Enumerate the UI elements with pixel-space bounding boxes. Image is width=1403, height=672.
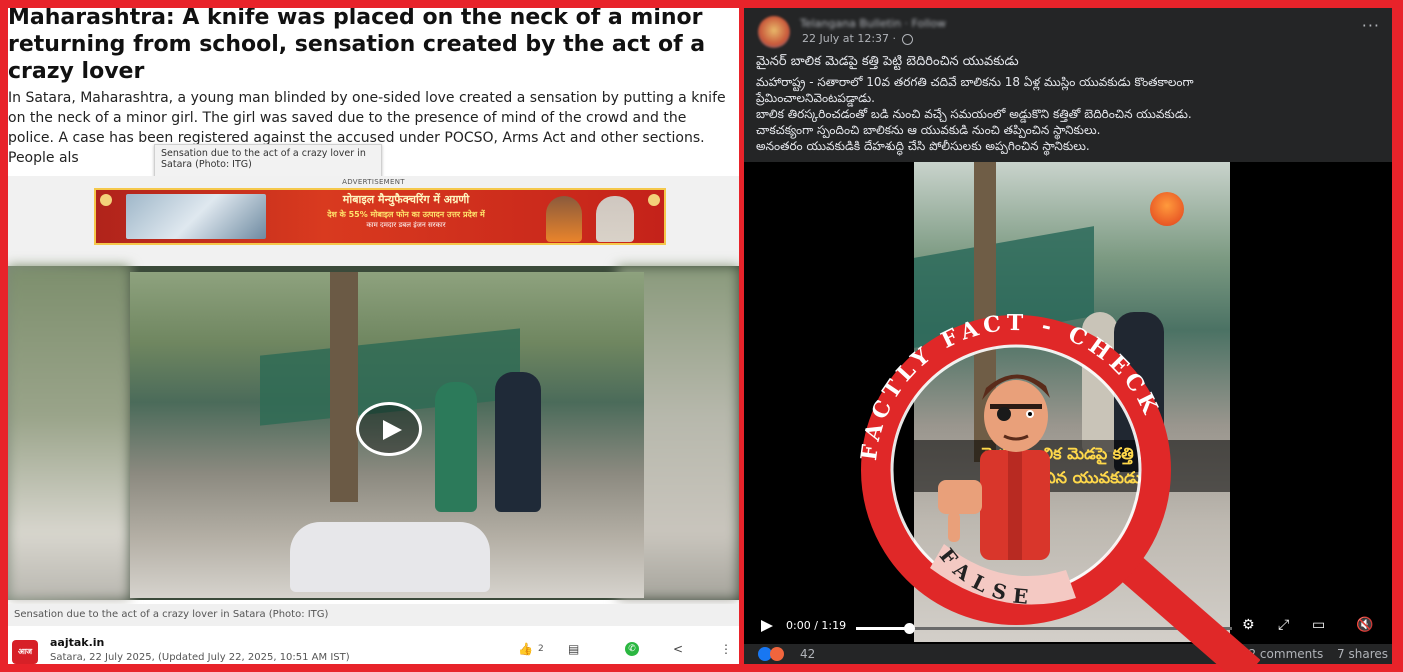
play-icon[interactable] [760,618,774,637]
post-stats: 2 comments 7 shares [1238,647,1388,661]
play-button[interactable] [356,402,422,456]
ad-label: ADVERTISEMENT [342,178,405,186]
comment-icon[interactable]: ▤ [568,642,579,656]
article-headline: Maharashtra: A knife was placed on the n… [8,8,706,84]
post-line: ప్రేమించాలనివెంటపడ్డాడు. [756,91,875,105]
source-name[interactable]: aajtak.in [50,636,104,649]
post-date[interactable]: 22 July at 12:37 · [802,32,913,45]
emblem-icon [648,194,660,206]
more-vertical-icon[interactable]: ⋮ [720,642,732,656]
article-video[interactable] [8,266,739,600]
article-panel: Maharashtra: A knife was placed on the n… [8,8,739,664]
post-line: బాలిక తిరస్కరించడంతో బడి నుంచి వచ్చే సమయ… [756,107,1192,121]
source-date: Satara, 22 July 2025, (Updated July 22, … [50,652,350,663]
thumbs-up-icon[interactable]: 👍 [518,642,533,656]
ad-banner[interactable]: मोबाइल मैन्युफैक्चरिंग में अग्रणी देश के… [94,188,666,245]
ad-portrait-1 [546,196,582,242]
angry-emoji-icon [1150,192,1184,226]
like-count: 2 [538,644,544,654]
advertisement: ADVERTISEMENT मोबाइल मैन्युफैक्चरिंग में… [8,176,739,266]
more-options-icon[interactable]: ··· [1362,16,1380,35]
share-icon[interactable]: < [673,642,683,656]
ad-portrait-2 [596,196,634,242]
source-row: आज तक aajtak.in Satara, 22 July 2025, (U… [8,630,739,664]
mute-icon[interactable]: 🔇 [1356,617,1373,633]
avatar[interactable] [758,16,790,48]
pirate-character-icon [938,374,1050,560]
globe-icon [901,33,913,45]
post-title: మైనర్ బాలిక మెడపై కత్తి పెట్టి బెదిరించి… [756,54,1019,69]
post-line: చాకచక్యంగా స్పందించి బాలికను ఆ యువకుడి న… [756,123,1101,137]
phones-image [126,194,266,239]
post-line: అనంతరం యువకుడికి దేహశుద్ధి చేసి పోలీసులక… [756,139,1090,153]
post-text: మైనర్ బాలిక మెడపై కత్తి పెట్టి బెదిరించి… [756,54,1386,154]
reactions-count[interactable]: 42 [800,647,815,661]
author-name[interactable]: Telangana Bulletin · Follow [800,17,946,30]
image-tooltip: Sensation due to the act of a crazy love… [154,144,382,178]
angry-reaction-icon[interactable] [770,647,784,661]
emblem-icon [100,194,112,206]
aajtak-logo: आज तक [12,640,38,664]
play-icon [383,420,402,440]
fullscreen-icon[interactable]: ⤢ [1278,617,1289,633]
ad-subtitle: देश के 55% मोबाइल फोन का उत्पादन उत्तर प… [327,210,485,219]
video-caption: Sensation due to the act of a crazy love… [8,604,739,626]
ad-title: मोबाइल मैन्युफैक्चरिंग में अग्रणी [342,193,470,206]
post-line: మహారాష్ట్ర - సతారాలో 10వ తరగతి చదివే బాల… [756,75,1194,89]
factly-false-stamp: FACTLY FACT - CHECK FALSE [856,310,1260,672]
picture-in-picture-icon[interactable]: ▭ [1312,617,1325,633]
video-time: 0:00 / 1:19 [786,619,847,632]
shares-count[interactable]: 7 shares [1337,647,1388,661]
whatsapp-icon[interactable]: ✆ [625,642,639,656]
ad-subtitle-2: काम दमदार डबल इंजन सरकार [366,221,446,229]
